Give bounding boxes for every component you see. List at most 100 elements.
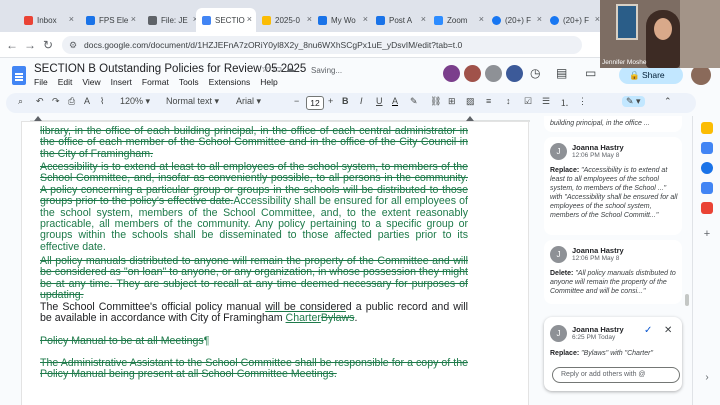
zoom-select[interactable]: 120% ▾ bbox=[120, 96, 150, 107]
collapse-menu-icon[interactable]: ⌃ bbox=[664, 96, 672, 107]
document-page[interactable]: library, in the office of each building … bbox=[22, 122, 528, 405]
video-call-icon[interactable]: ▭ bbox=[585, 66, 596, 80]
paragraph-deleted[interactable]: Policy Manual to be at all Meetings¶ bbox=[40, 335, 468, 347]
print-icon[interactable]: ⎙ bbox=[68, 96, 75, 107]
comment-author: Joanna Hastry bbox=[572, 246, 624, 255]
star-icon[interactable]: ☆ bbox=[261, 64, 270, 75]
suggestion-text: Delete: "All policy manuals distributed … bbox=[550, 270, 676, 295]
menu-view[interactable]: View bbox=[82, 77, 100, 87]
search-icon[interactable]: ⌕ bbox=[18, 96, 23, 107]
comment-icon[interactable]: ▤ bbox=[556, 66, 567, 80]
style-select[interactable]: Normal text ▾ bbox=[166, 96, 219, 107]
paragraph-edited[interactable]: The School Committee's official policy m… bbox=[40, 301, 468, 325]
paragraph-deleted[interactable]: library, in the office of each building … bbox=[40, 125, 468, 160]
avatar[interactable] bbox=[485, 65, 502, 82]
site-info-icon[interactable]: ⚙ bbox=[69, 36, 77, 54]
spellcheck-icon[interactable]: A bbox=[84, 96, 90, 106]
participant-name: Jennifer Moshe bbox=[602, 59, 647, 66]
paragraph-replaced[interactable]: Accessibility is to extend at least to a… bbox=[40, 161, 468, 253]
browser-tab-active[interactable]: SECTIO × bbox=[196, 8, 256, 32]
redo-icon[interactable]: ↷ bbox=[52, 96, 60, 107]
close-icon[interactable]: × bbox=[421, 14, 426, 24]
tasks-icon[interactable] bbox=[701, 162, 713, 174]
browser-tab[interactable]: 2025-0 × bbox=[256, 8, 316, 32]
suggestion-card[interactable]: J Joanna Hastry 12:06 PM May 8 Delete: "… bbox=[544, 240, 682, 304]
suggestions-panel: building principal, in the office ... J … bbox=[540, 116, 692, 405]
menu-tools[interactable]: Tools bbox=[179, 77, 199, 87]
side-app-rail: + › bbox=[692, 116, 720, 405]
forward-icon[interactable]: → bbox=[22, 37, 38, 53]
menu-help[interactable]: Help bbox=[260, 77, 277, 87]
reload-icon[interactable]: ↻ bbox=[40, 37, 56, 53]
menu-extensions[interactable]: Extensions bbox=[209, 77, 251, 87]
history-icon[interactable]: ◷ bbox=[530, 66, 540, 80]
keep-icon[interactable] bbox=[701, 122, 713, 134]
browser-tab[interactable]: Zoom × bbox=[428, 8, 488, 32]
checklist-icon[interactable]: ☑ bbox=[524, 96, 532, 107]
font-size-input[interactable]: 12 bbox=[306, 96, 324, 110]
bulleted-list-icon[interactable]: ☰ bbox=[542, 96, 550, 107]
account-avatar[interactable] bbox=[691, 65, 711, 85]
close-icon[interactable]: × bbox=[479, 14, 484, 24]
bold-icon[interactable]: B bbox=[342, 96, 349, 106]
share-button[interactable]: 🔒 Share bbox=[619, 66, 683, 84]
line-spacing-icon[interactable]: ↕ bbox=[506, 96, 511, 106]
suggestion-card[interactable]: building principal, in the office ... bbox=[544, 116, 682, 132]
docs-logo-icon[interactable] bbox=[12, 66, 26, 85]
close-icon[interactable]: × bbox=[247, 14, 252, 24]
browser-tab[interactable]: Post A × bbox=[370, 8, 430, 32]
numbered-list-icon[interactable]: ⒈ bbox=[560, 96, 569, 109]
chevron-right-icon[interactable]: › bbox=[701, 372, 713, 384]
facebook-icon bbox=[550, 15, 559, 25]
reply-input[interactable]: Reply or add others with @ bbox=[552, 367, 680, 383]
close-icon[interactable]: × bbox=[537, 14, 542, 24]
italic-icon[interactable]: I bbox=[360, 96, 363, 106]
browser-tab[interactable]: My Wo × bbox=[312, 8, 372, 32]
browser-tab[interactable]: File: JE× bbox=[142, 8, 202, 32]
align-icon[interactable]: ≡ bbox=[486, 96, 491, 106]
undo-icon[interactable]: ↶ bbox=[36, 96, 44, 107]
contacts-icon[interactable] bbox=[701, 182, 713, 194]
browser-tab[interactable]: Inbox × bbox=[18, 8, 78, 32]
close-icon[interactable]: × bbox=[363, 14, 368, 24]
reject-suggestion-icon[interactable]: ✕ bbox=[664, 325, 672, 336]
browser-tab[interactable]: FPS Ele × bbox=[80, 8, 140, 32]
link-icon[interactable]: ⛓ bbox=[430, 96, 441, 107]
maps-icon[interactable] bbox=[701, 202, 713, 214]
paragraph-deleted[interactable]: All policy manuals distributed to anyone… bbox=[40, 255, 468, 302]
font-select[interactable]: Arial ▾ bbox=[236, 96, 261, 107]
paragraph-deleted[interactable]: The Administrative Assistant to the Scho… bbox=[40, 357, 468, 381]
url-field[interactable]: ⚙ docs.google.com/document/d/1HZJEFnA7zO… bbox=[62, 36, 582, 54]
underline-icon[interactable]: U bbox=[376, 96, 383, 106]
menu-format[interactable]: Format bbox=[142, 77, 169, 87]
highlight-icon[interactable]: ✎ bbox=[410, 96, 418, 107]
menu-edit[interactable]: Edit bbox=[58, 77, 73, 87]
image-icon[interactable]: ▨ bbox=[466, 96, 475, 107]
suggestion-card-active[interactable]: J Joanna Hastry 6:25 PM Today ✓ ✕ Replac… bbox=[544, 317, 682, 391]
text-color-icon[interactable]: A bbox=[392, 96, 398, 106]
avatar[interactable] bbox=[443, 65, 460, 82]
menu-insert[interactable]: Insert bbox=[111, 77, 132, 87]
browser-tab[interactable]: (20+) F × bbox=[544, 8, 604, 32]
close-icon[interactable]: × bbox=[69, 14, 74, 24]
decrease-font-size-icon[interactable]: − bbox=[294, 96, 299, 106]
avatar[interactable] bbox=[506, 65, 523, 82]
accept-suggestion-icon[interactable]: ✓ bbox=[644, 325, 652, 336]
menu-file[interactable]: File bbox=[34, 77, 48, 87]
suggesting-mode-icon[interactable]: ✎ ▾ bbox=[622, 96, 645, 107]
cloud-icon[interactable]: ☁ bbox=[285, 64, 295, 75]
calendar-icon[interactable] bbox=[701, 142, 713, 154]
add-comment-icon[interactable]: ⊞ bbox=[448, 96, 456, 107]
browser-tab[interactable]: (20+) F × bbox=[486, 8, 546, 32]
panel-scrollbar[interactable] bbox=[685, 294, 689, 306]
paint-format-icon[interactable]: ⌇ bbox=[100, 96, 104, 107]
close-icon[interactable]: × bbox=[131, 14, 136, 24]
back-icon[interactable]: ← bbox=[4, 37, 20, 53]
more-options-icon[interactable]: ⋮ bbox=[578, 96, 587, 107]
avatar[interactable] bbox=[464, 65, 481, 82]
add-icon[interactable]: + bbox=[701, 228, 713, 240]
increase-font-size-icon[interactable]: + bbox=[328, 96, 333, 106]
comment-time: 6:25 PM Today bbox=[572, 334, 616, 341]
suggestion-card[interactable]: J Joanna Hastry 12:06 PM May 8 Replace: … bbox=[544, 137, 682, 235]
move-folder-icon[interactable]: ▭ bbox=[273, 64, 282, 75]
